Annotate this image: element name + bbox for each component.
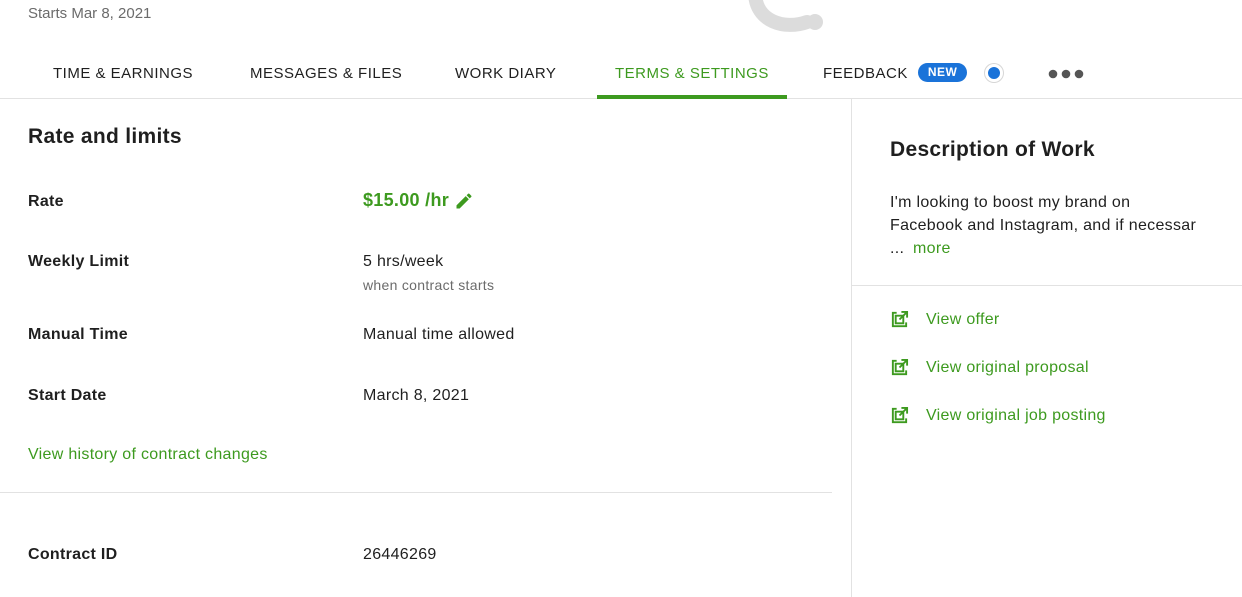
tab-time-earnings[interactable]: TIME & EARNINGS [53, 48, 193, 95]
description-text: I'm looking to boost my brand on Faceboo… [890, 191, 1200, 260]
view-original-job-posting-link[interactable]: View original job posting [890, 406, 1106, 425]
description-more-link[interactable]: more [913, 240, 951, 257]
external-link-icon [891, 406, 909, 424]
pencil-icon[interactable] [454, 191, 474, 211]
weekly-limit-value: 5 hrs/week [363, 253, 444, 270]
contract-id-label: Contract ID [28, 546, 118, 563]
column-divider [851, 98, 852, 597]
weekly-limit-label: Weekly Limit [28, 253, 130, 270]
manual-time-label: Manual Time [28, 326, 128, 343]
external-link-icon [891, 310, 909, 328]
view-history-link[interactable]: View history of contract changes [28, 446, 268, 464]
manual-time-value: Manual time allowed [363, 326, 515, 343]
start-date-label: Start Date [28, 387, 107, 404]
logo-icon [748, 0, 823, 32]
contract-start-text: Starts Mar 8, 2021 [28, 5, 152, 22]
tab-feedback[interactable]: FEEDBACK NEW [823, 48, 968, 95]
view-offer-link[interactable]: View offer [890, 310, 1000, 329]
section-divider [0, 492, 832, 493]
rate-amount: $15.00 /hr [363, 190, 450, 210]
tab-feedback-label: FEEDBACK [823, 65, 908, 82]
tab-work-diary[interactable]: WORK DIARY [455, 48, 556, 95]
sidebar-divider [852, 285, 1242, 286]
description-title: Description of Work [890, 138, 1095, 161]
view-original-proposal-link[interactable]: View original proposal [890, 358, 1089, 377]
rate-value[interactable]: $15.00 /hr [363, 190, 474, 211]
more-horizontal-icon[interactable] [1048, 69, 1084, 79]
new-badge: NEW [917, 63, 968, 82]
tab-messages-files[interactable]: MESSAGES & FILES [250, 48, 402, 95]
external-link-icon [891, 358, 909, 376]
view-original-job-posting-label: View original job posting [926, 406, 1106, 424]
rate-label: Rate [28, 193, 64, 210]
notification-dot-icon [985, 64, 1003, 82]
start-date-value: March 8, 2021 [363, 387, 470, 404]
view-original-proposal-label: View original proposal [926, 358, 1089, 376]
contract-id-value: 26446269 [363, 546, 437, 563]
rate-limits-title: Rate and limits [28, 125, 182, 148]
view-offer-label: View offer [926, 310, 1000, 328]
tab-terms-settings[interactable]: TERMS & SETTINGS [597, 48, 787, 99]
weekly-limit-note: when contract starts [363, 277, 495, 293]
